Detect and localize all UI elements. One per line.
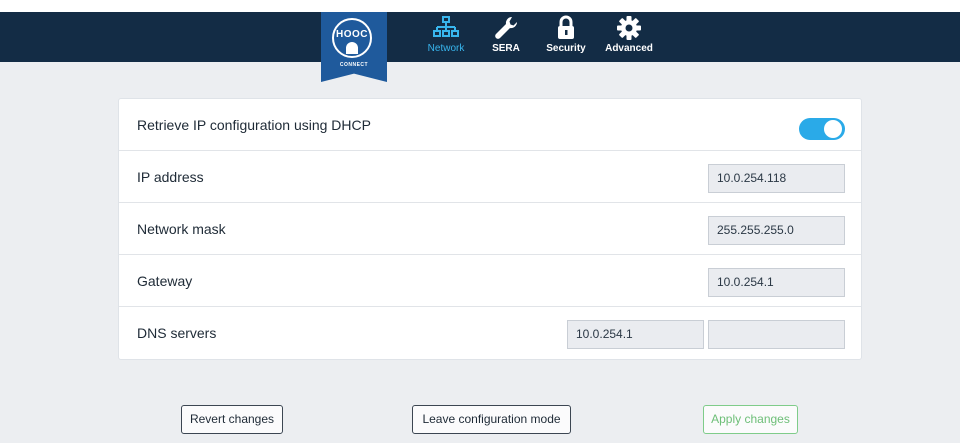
dns-primary-field[interactable]: 10.0.254.1 xyxy=(567,320,704,349)
top-nav-bar xyxy=(0,12,960,62)
nav-label-network: Network xyxy=(427,43,465,54)
nav-tab-sera[interactable]: SERA xyxy=(488,15,524,61)
network-icon xyxy=(433,16,459,37)
lock-icon xyxy=(558,15,574,39)
ip-address-row: IP address 10.0.254.118 xyxy=(119,151,861,203)
nav-label-sera: SERA xyxy=(492,43,520,54)
dns-servers-label: DNS servers xyxy=(137,325,217,341)
network-mask-label: Network mask xyxy=(137,221,226,237)
gateway-label: Gateway xyxy=(137,273,193,289)
toggle-knob xyxy=(824,120,842,138)
network-mask-field[interactable]: 255.255.255.0 xyxy=(708,216,845,245)
nav-label-advanced: Advanced xyxy=(605,43,653,54)
dhcp-toggle[interactable] xyxy=(799,118,845,140)
apply-changes-button[interactable]: Apply changes xyxy=(703,405,798,434)
logo-subtext: CONNECT xyxy=(339,62,369,68)
leave-configuration-mode-button[interactable]: Leave configuration mode xyxy=(412,405,571,434)
network-settings-card: Retrieve IP configuration using DHCP IP … xyxy=(118,98,862,360)
nav-label-security: Security xyxy=(546,43,586,54)
dns-secondary-field[interactable] xyxy=(708,320,845,349)
nav-tab-advanced[interactable]: Advanced xyxy=(604,15,654,61)
logo-text: HOOC xyxy=(336,29,368,40)
gateway-field[interactable]: 10.0.254.1 xyxy=(708,268,845,297)
logo-house-icon xyxy=(346,42,358,54)
ip-address-field[interactable]: 10.0.254.118 xyxy=(708,164,845,193)
nav-tab-security[interactable]: Security xyxy=(544,15,588,61)
dns-servers-row: DNS servers 10.0.254.1 xyxy=(119,307,861,359)
wrench-icon xyxy=(495,16,518,39)
gear-icon xyxy=(617,16,641,40)
revert-changes-button[interactable]: Revert changes xyxy=(181,405,283,434)
ip-address-label: IP address xyxy=(137,169,204,185)
dhcp-label: Retrieve IP configuration using DHCP xyxy=(137,117,371,133)
top-strip xyxy=(0,0,960,12)
gateway-row: Gateway 10.0.254.1 xyxy=(119,255,861,307)
nav-tab-network[interactable]: Network xyxy=(424,15,468,61)
network-mask-row: Network mask 255.255.255.0 xyxy=(119,203,861,255)
hooc-logo: HOOC CONNECT xyxy=(321,12,387,82)
dhcp-row: Retrieve IP configuration using DHCP xyxy=(119,99,861,151)
logo-circle: HOOC xyxy=(332,18,372,58)
